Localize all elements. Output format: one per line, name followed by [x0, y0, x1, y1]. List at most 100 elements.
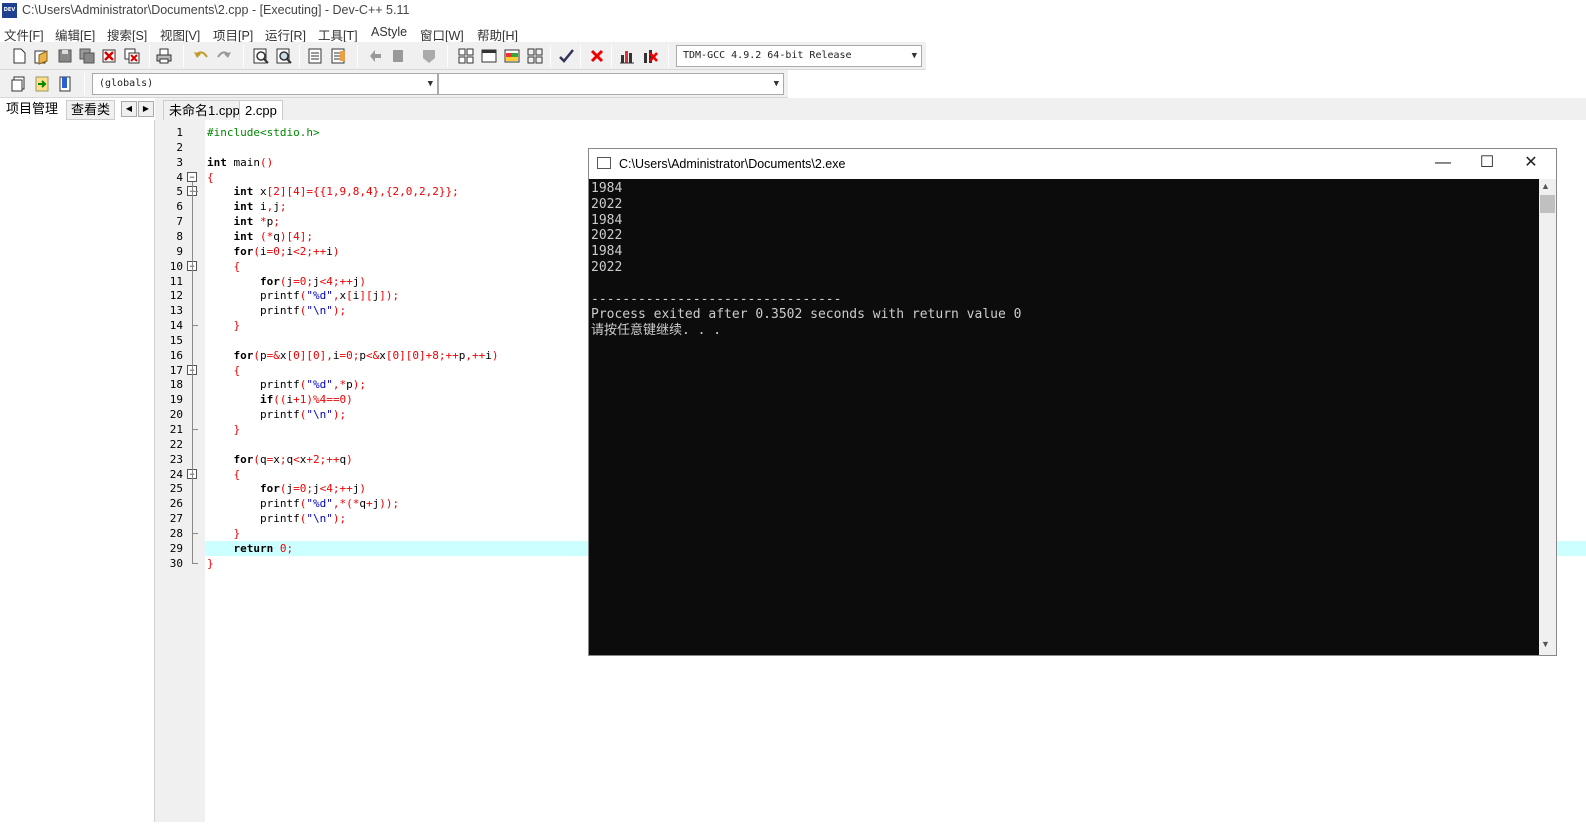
code-token: { [233, 363, 241, 377]
redo-icon[interactable] [215, 47, 233, 65]
code-line: for(j=0;j<4;++j) [207, 481, 366, 496]
code-token: return [233, 541, 274, 555]
console-line: 2022 [591, 196, 623, 212]
editor-tabs: 未命名1.cpp 2.cpp [163, 98, 1586, 120]
close-file-icon[interactable] [100, 47, 118, 65]
code-token: ) [359, 482, 366, 496]
code-token: , [332, 185, 340, 199]
stop-execution-icon[interactable] [588, 47, 606, 65]
code-token: if [259, 393, 274, 407]
scroll-up-icon[interactable]: ▲ [1541, 181, 1550, 191]
undo-icon[interactable] [192, 47, 210, 65]
tab-scroll-left-icon[interactable]: ◀ [121, 101, 137, 117]
close-button[interactable]: ✕ [1511, 153, 1551, 175]
syntax-check-icon[interactable] [557, 47, 575, 65]
fold-toggle-icon[interactable]: − [187, 171, 197, 182]
code-line: int i,j; [207, 199, 287, 214]
chart-icon[interactable] [618, 47, 636, 65]
code-token: ; [279, 244, 287, 258]
code-token: q [273, 229, 280, 243]
code-token: } [233, 319, 241, 333]
tab-scroll-right-icon[interactable]: ▶ [138, 101, 154, 117]
code-token: ) [332, 244, 340, 258]
close-all-icon[interactable] [123, 47, 141, 65]
code-line: int *p; [207, 214, 280, 229]
code-token: printf [207, 512, 300, 526]
line-number: 29 [169, 541, 183, 555]
grid-icon[interactable] [526, 47, 544, 65]
color-window-icon[interactable] [503, 47, 521, 65]
replace-icon[interactable] [275, 47, 293, 65]
code-line: { [207, 467, 241, 482]
scroll-down-icon[interactable]: ▼ [1541, 639, 1550, 649]
save-icon[interactable] [56, 47, 74, 65]
code-token: ; [273, 215, 280, 229]
code-token: ][ [279, 185, 294, 199]
insert-code-icon[interactable] [10, 75, 28, 93]
code-token: { [233, 259, 241, 273]
code-line: printf("\n"); [207, 511, 346, 526]
code-token: p [346, 378, 353, 392]
code-token: p [359, 348, 366, 362]
toggle-comment-icon[interactable] [420, 47, 438, 65]
project-panel[interactable] [0, 120, 155, 822]
bookmark-prev-icon[interactable] [366, 47, 384, 65]
console-title-bar[interactable]: C:\Users\Administrator\Documents\2.exe —… [589, 149, 1556, 179]
code-line: for(q=x;q<x+2;++q) [207, 452, 353, 467]
goto-icon[interactable] [33, 75, 51, 93]
tab-project-manager[interactable]: 项目管理 [2, 100, 63, 120]
class-toolbar: (globals) ▼ ▼ [0, 70, 788, 98]
unindent-icon[interactable] [329, 47, 347, 65]
code-token: j [312, 482, 320, 496]
code-token: int [233, 229, 254, 243]
open-file-icon[interactable] [32, 47, 50, 65]
minimize-button[interactable]: — [1423, 153, 1463, 175]
indent-icon[interactable] [306, 47, 324, 65]
console-scrollbar[interactable]: ▲ ▼ [1539, 179, 1556, 655]
scope-select[interactable]: (globals) ▼ [92, 73, 438, 95]
code-line: for(p=&x[0][0],i=0;p<&x[0][0]+8;++p,++i) [207, 348, 499, 363]
code-token: p [260, 348, 267, 362]
code-token: }}; [438, 185, 459, 199]
maximize-button[interactable]: ☐ [1467, 153, 1507, 175]
code-token: int [233, 200, 254, 214]
code-token: q [260, 452, 267, 466]
layout-tiles-icon[interactable] [457, 47, 475, 65]
code-token: printf [207, 304, 300, 318]
console-window[interactable]: C:\Users\Administrator\Documents\2.exe —… [588, 148, 1557, 656]
print-icon[interactable] [155, 47, 173, 65]
menu-astyle[interactable]: AStyle [371, 25, 407, 39]
save-all-icon[interactable] [78, 47, 96, 65]
code-token: ( [253, 348, 260, 362]
code-line: return 0; [207, 541, 294, 556]
code-token: 2 [419, 185, 426, 199]
profile-delete-icon[interactable] [641, 47, 659, 65]
line-number: 24 [169, 467, 183, 481]
code-token: < [293, 244, 300, 258]
bookmark-next-icon[interactable] [389, 47, 407, 65]
new-file-icon[interactable] [10, 47, 28, 65]
console-output[interactable]: 1984 2022 1984 2022 1984 2022 ----------------… [589, 179, 1539, 655]
code-line: printf("\n"); [207, 303, 346, 318]
scroll-thumb[interactable] [1540, 195, 1555, 213]
symbol-select[interactable]: ▼ [438, 73, 784, 95]
code-token: printf [207, 289, 300, 303]
panel-splitter[interactable] [155, 98, 163, 822]
tab-2cpp[interactable]: 2.cpp [239, 100, 283, 120]
find-icon[interactable] [252, 47, 270, 65]
line-number: 14 [169, 319, 183, 333]
code-token: ); [332, 304, 347, 318]
code-line: for(j=0;j<4;++j) [207, 274, 366, 289]
tab-untitled1[interactable]: 未命名1.cpp [163, 100, 246, 120]
bookmark-icon[interactable] [56, 75, 74, 93]
console-line: Process exited after 0.3502 seconds with… [591, 307, 1022, 323]
code-token: } [207, 556, 214, 570]
window-icon[interactable] [480, 47, 498, 65]
code-token: "%d" [306, 497, 333, 511]
line-number: 6 [176, 200, 183, 214]
compiler-select[interactable]: TDM-GCC 4.9.2 64-bit Release ▼ [676, 45, 922, 67]
code-token: j [273, 200, 280, 214]
tab-class-browser[interactable]: 查看类 [66, 100, 116, 120]
